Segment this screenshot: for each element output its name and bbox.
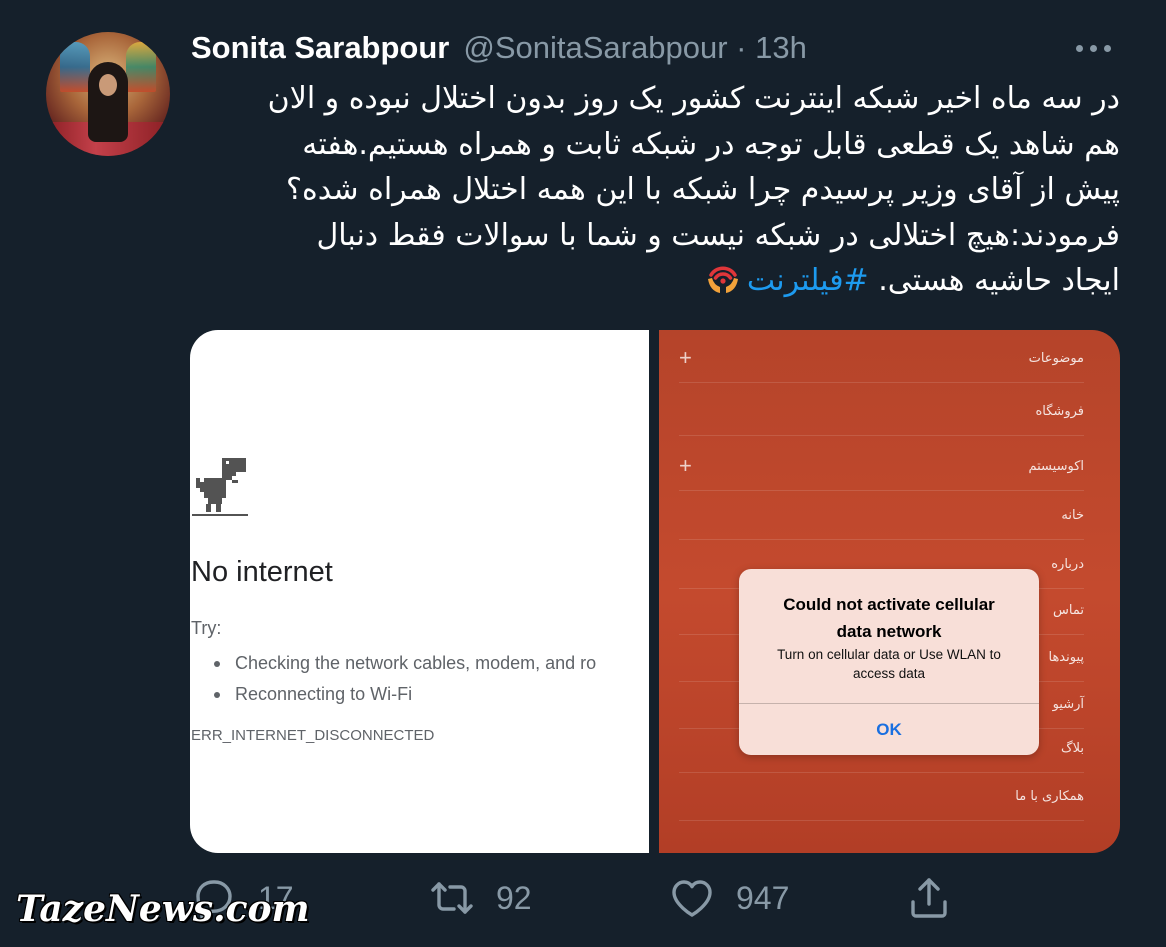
- tweet-header: Sonita Sarabpour @SonitaSarabpour · 13h: [191, 30, 807, 70]
- tweet-text-line: هم شاهد یک قطعی قابل توجه در شبکه ثابت و…: [302, 126, 1120, 162]
- hashtag-link[interactable]: #فیلترنت: [747, 263, 869, 298]
- heart-icon: [672, 880, 712, 917]
- retweet-count: 92: [496, 879, 532, 916]
- share-icon: [911, 878, 947, 918]
- suggestion-list: Checking the network cables, modem, and …: [214, 648, 596, 710]
- try-label: Try:: [191, 618, 222, 638]
- list-item: Reconnecting to Wi-Fi: [214, 679, 596, 710]
- tweet-time: 13h: [755, 30, 807, 65]
- dino-icon: [192, 458, 248, 516]
- media-divider: [649, 330, 659, 853]
- menu-item: همکاری با ما: [679, 772, 1084, 821]
- list-item: Checking the network cables, modem, and …: [214, 648, 596, 679]
- cellular-alert-dialog: Could not activate cellular data network…: [739, 569, 1039, 755]
- menu-item: + موضوعات: [679, 334, 1084, 383]
- like-button[interactable]: 947: [668, 868, 789, 928]
- tweet-text-line: فرمودند:هیچ اختلالی در شبکه نیست و شما ب…: [316, 217, 1120, 253]
- chrome-offline-screenshot[interactable]: No internet Try: Checking the network ca…: [190, 330, 649, 853]
- no-internet-title: No internet: [191, 556, 333, 588]
- error-code: ERR_INTERNET_DISCONNECTED: [191, 727, 435, 744]
- wifi-hands-emoji-icon: [707, 266, 738, 293]
- retweet-icon: [431, 882, 473, 914]
- menu-item: خانه: [679, 491, 1084, 540]
- menu-item: فروشگاه: [679, 387, 1084, 436]
- share-button[interactable]: [905, 868, 953, 928]
- menu-item: + اکوسیستم: [679, 442, 1084, 491]
- display-name[interactable]: Sonita Sarabpour: [191, 30, 449, 66]
- tweet-media[interactable]: No internet Try: Checking the network ca…: [190, 330, 1120, 853]
- avatar[interactable]: [46, 32, 170, 156]
- tweet-text: در سه ماه اخیر شبکه اینترنت کشور یک روز …: [186, 76, 1120, 304]
- watermark-logo: TazeNews.com: [16, 888, 310, 930]
- phone-menu-screenshot[interactable]: + موضوعات فروشگاه + اکوسیستم خانه درباره ت…: [659, 330, 1120, 853]
- dialog-message: Turn on cellular data or Use WLAN to acc…: [777, 647, 1001, 681]
- tweet-text-line: پیش از آقای وزیر پرسیدم چرا شبکه با این …: [286, 172, 1120, 207]
- retweet-button[interactable]: 92: [428, 868, 532, 928]
- like-count: 947: [736, 879, 790, 916]
- tweet-text-line: ایجاد حاشیه هستی. #فیلترنت: [186, 258, 1120, 304]
- dialog-title: Could not activate cellular data network: [783, 595, 995, 641]
- more-horizontal-icon[interactable]: [1068, 38, 1118, 58]
- user-handle[interactable]: @SonitaSarabpour · 13h: [463, 30, 806, 66]
- dialog-ok-button[interactable]: OK: [739, 704, 1039, 755]
- tweet-text-line: در سه ماه اخیر شبکه اینترنت کشور یک روز …: [267, 81, 1120, 116]
